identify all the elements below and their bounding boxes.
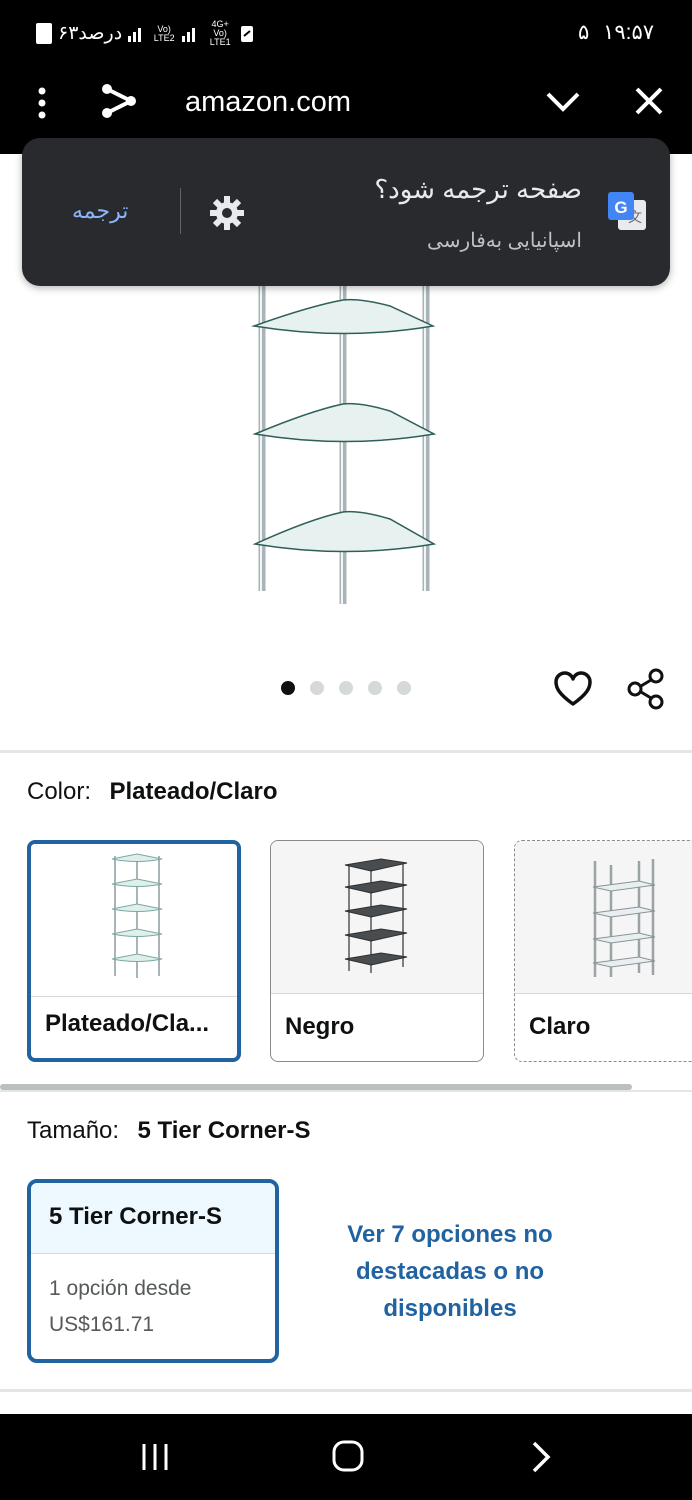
gallery-dot-5[interactable] [397, 681, 411, 695]
recent-apps-icon[interactable] [140, 1442, 170, 1472]
svg-text:G: G [614, 198, 627, 217]
size-label: Tamaño: [27, 1117, 120, 1144]
swatch-thumbnail [515, 841, 692, 994]
home-icon[interactable] [332, 1440, 364, 1472]
system-nav-bar [0, 1414, 692, 1500]
swatch-label: Claro [529, 1013, 591, 1040]
gallery-dot-1[interactable] [281, 681, 295, 695]
status-bar: ۶۳درصد Vo) LTE2 4G+ Vo) LTE1 ۵ ۱۹:۵۷ [0, 0, 692, 64]
swatch-label: Plateado/Cla... [45, 1010, 210, 1037]
size-card-title: 5 Tier Corner-S [49, 1203, 222, 1230]
size-option-card[interactable]: 5 Tier Corner-S 1 opción desde US$161.71 [27, 1179, 279, 1363]
close-icon[interactable] [634, 86, 664, 116]
status-left: ۶۳درصد Vo) LTE2 4G+ Vo) LTE1 [36, 20, 254, 47]
share-icon[interactable] [625, 668, 667, 710]
clear-shelf-thumbnail [592, 859, 656, 977]
more-menu-icon[interactable] [34, 86, 50, 120]
color-value: Plateado/Claro [109, 778, 278, 805]
gear-icon[interactable] [208, 194, 246, 232]
translate-button[interactable]: ترجمه [72, 198, 128, 224]
nfc-icon [241, 25, 254, 42]
section-divider [0, 750, 692, 753]
network-label-1: Vo) LTE2 [153, 23, 175, 43]
size-heading: Tamaño: 5 Tier Corner-S [27, 1117, 310, 1145]
back-icon[interactable] [530, 1440, 552, 1474]
size-value: 5 Tier Corner-S [137, 1117, 311, 1144]
color-option-negro[interactable]: Negro [270, 840, 484, 1062]
gallery-dot-2[interactable] [310, 681, 324, 695]
heart-icon[interactable] [553, 670, 593, 708]
more-options-link[interactable]: Ver 7 opciones no destacadas o no dispon… [320, 1216, 580, 1327]
corner-shelf-thumbnail [111, 853, 163, 978]
swatch-thumbnail [31, 844, 237, 997]
black-shelf-thumbnail [344, 858, 408, 973]
translate-popup: ترجمه صفحه ترجمه شود؟ اسپانیایی به‌فارسی… [22, 138, 670, 286]
gallery-dot-4[interactable] [368, 681, 382, 695]
swatch-thumbnail [271, 841, 483, 994]
signal-icon-2 [182, 26, 200, 42]
network-label-2: 4G+ Vo) LTE1 [209, 19, 231, 47]
color-option-plateado[interactable]: Plateado/Cla... [27, 840, 241, 1062]
url-text[interactable]: amazon.com [185, 86, 351, 119]
gallery-dot-3[interactable] [339, 681, 353, 695]
share-icon[interactable] [100, 82, 138, 120]
color-option-claro[interactable]: Claro [514, 840, 692, 1062]
battery-icon [36, 23, 52, 44]
chevron-down-icon[interactable] [545, 90, 581, 114]
google-translate-icon: 文 G [608, 192, 646, 230]
size-card-option-text: 1 opción desde [49, 1277, 192, 1300]
color-label: Color: [27, 778, 92, 805]
notification-count: ۵ [578, 21, 590, 44]
popup-subtitle: اسپانیایی به‌فارسی [427, 230, 582, 252]
clock: ۱۹:۵۷ [603, 21, 654, 44]
battery-text: ۶۳درصد [58, 23, 123, 44]
color-heading: Color: Plateado/Claro [27, 778, 278, 806]
size-card-header: 5 Tier Corner-S [31, 1183, 275, 1254]
signal-icon [128, 26, 146, 42]
size-card-price: US$161.71 [49, 1313, 155, 1336]
swatch-label: Negro [285, 1013, 355, 1040]
popup-divider [180, 188, 181, 234]
product-image[interactable] [240, 286, 450, 606]
section-divider [0, 1090, 692, 1092]
section-divider [0, 1389, 692, 1392]
popup-title: صفحه ترجمه شود؟ [374, 174, 582, 204]
